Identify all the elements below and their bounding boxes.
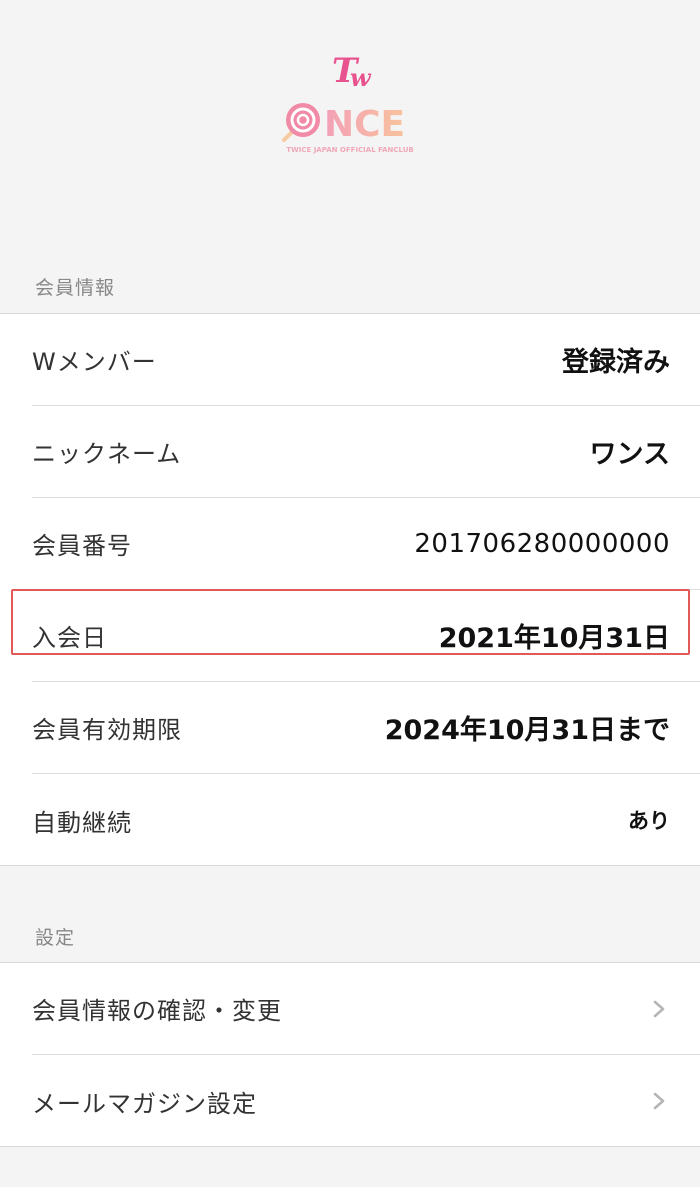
once-logo: T w NCE TWICE JAPAN OFFICIAL FANCLUB <box>270 48 430 163</box>
row-expiry-date: 会員有効期限 2024年10月31日まで <box>32 682 700 774</box>
chevron-right-icon <box>653 1092 665 1110</box>
settings-item-mail-magazine[interactable]: メールマガジン設定 <box>32 1055 700 1147</box>
row-value: 2021年10月31日 <box>438 623 670 654</box>
settings-item-label: メールマガジン設定 <box>32 1089 257 1118</box>
member-info-header: 会員情報 <box>35 277 116 299</box>
row-label: 会員番号 <box>32 532 132 560</box>
settings-header: 設定 <box>35 927 76 949</box>
row-label: Wメンバー <box>32 348 157 376</box>
settings-card: 会員情報の確認・変更 メールマガジン設定 <box>0 962 700 1147</box>
svg-text:NCE: NCE <box>324 104 405 145</box>
row-label: 自動継続 <box>32 808 132 837</box>
svg-text:TWICE JAPAN OFFICIAL FANCLUB: TWICE JAPAN OFFICIAL FANCLUB <box>286 146 413 154</box>
row-value: あり <box>628 809 670 833</box>
settings-item-label: 会員情報の確認・変更 <box>32 997 282 1025</box>
row-w-member: Wメンバー 登録済み <box>32 314 700 406</box>
once-logo-image: T w NCE TWICE JAPAN OFFICIAL FANCLUB <box>282 51 414 154</box>
membership-page: T w NCE TWICE JAPAN OFFICIAL FANCLUB 会員情… <box>0 0 700 1187</box>
settings-item-member-info-edit[interactable]: 会員情報の確認・変更 <box>32 963 700 1055</box>
row-label: ニックネーム <box>32 440 182 468</box>
row-value: ワンス <box>589 439 670 470</box>
chevron-right-icon <box>653 1000 665 1017</box>
svg-text:w: w <box>350 63 372 92</box>
row-nickname: ニックネーム ワンス <box>32 406 700 498</box>
row-member-number: 会員番号 201706280000000 <box>32 498 700 590</box>
member-info-card: Wメンバー 登録済み ニックネーム ワンス 会員番号 2017062800000… <box>0 313 700 866</box>
row-auto-renewal: 自動継続 あり <box>32 774 700 866</box>
row-join-date: 入会日 2021年10月31日 <box>32 590 700 682</box>
row-value: 登録済み <box>562 347 670 378</box>
row-label: 会員有効期限 <box>32 716 182 744</box>
row-value: 2024年10月31日まで <box>384 715 670 746</box>
row-label: 入会日 <box>32 624 107 652</box>
row-value: 201706280000000 <box>414 528 670 559</box>
